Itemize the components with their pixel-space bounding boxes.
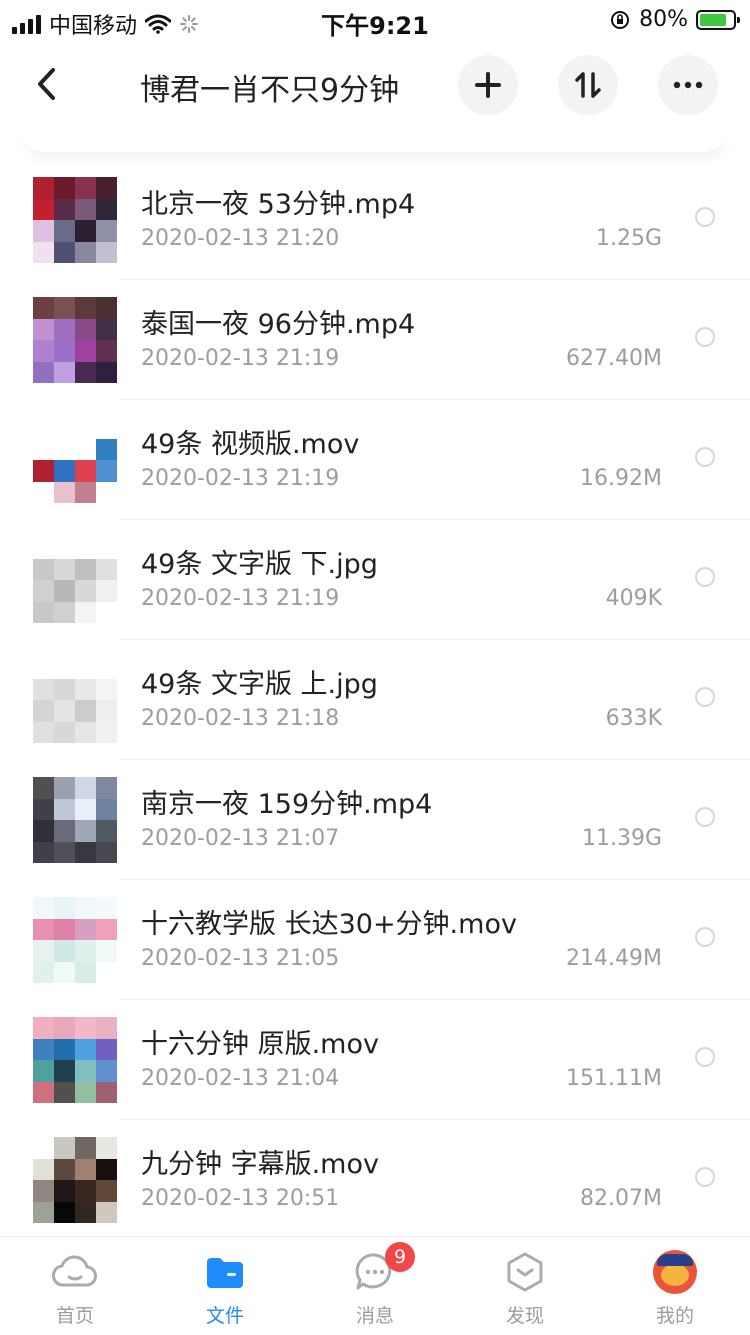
- nav-bar: 博君一肖不只9分钟: [0, 50, 750, 120]
- back-button[interactable]: [26, 64, 66, 104]
- tab-messages-label: 消息: [355, 1305, 394, 1327]
- cloud-icon: [52, 1255, 97, 1287]
- sort-icon: [575, 72, 601, 98]
- tab-messages[interactable]: 9 消息: [300, 1237, 450, 1335]
- select-checkbox[interactable]: [695, 807, 715, 827]
- more-button[interactable]: [658, 55, 718, 115]
- file-size: 627.40M: [566, 346, 662, 371]
- tab-bar: 首页 文件 9 消息 发现 我的: [0, 1236, 750, 1335]
- file-name: 十六分钟 原版.mov: [141, 1029, 379, 1060]
- battery-percent: 80%: [639, 7, 688, 32]
- file-thumbnail: [33, 1137, 117, 1223]
- file-thumbnail: [33, 177, 117, 263]
- select-checkbox[interactable]: [695, 687, 715, 707]
- file-list: 北京一夜 53分钟.mp4 2020-02-13 21:20 1.25G 泰国一夜 9…: [0, 160, 750, 1240]
- file-size: 82.07M: [580, 1186, 662, 1211]
- add-button[interactable]: [458, 55, 518, 115]
- file-name: 49条 文字版 下.jpg: [141, 549, 378, 580]
- file-name: 泰国一夜 96分钟.mp4: [141, 309, 416, 340]
- file-name: 十六教学版 长达30+分钟.mov: [141, 909, 517, 940]
- file-name: 九分钟 字幕版.mov: [141, 1149, 379, 1180]
- file-row[interactable]: 49条 文字版 上.jpg 2020-02-13 21:18 633K: [0, 640, 750, 760]
- select-checkbox[interactable]: [695, 447, 715, 467]
- discover-icon: [507, 1252, 543, 1292]
- select-checkbox[interactable]: [695, 1167, 715, 1187]
- file-row[interactable]: 49条 视频版.mov 2020-02-13 21:19 16.92M: [0, 400, 750, 520]
- file-date: 2020-02-13 21:20: [141, 226, 340, 251]
- orientation-lock-icon: [611, 10, 630, 29]
- file-date: 2020-02-13 21:07: [141, 826, 340, 851]
- file-date: 2020-02-13 21:05: [141, 946, 340, 971]
- file-thumbnail: [33, 537, 117, 623]
- tab-me[interactable]: 我的: [600, 1237, 750, 1335]
- file-name: 北京一夜 53分钟.mp4: [141, 189, 416, 220]
- tab-files-label: 文件: [205, 1305, 244, 1327]
- file-date: 2020-02-13 21:04: [141, 1066, 340, 1091]
- file-thumbnail: [33, 297, 117, 383]
- select-checkbox[interactable]: [695, 567, 715, 587]
- file-size: 1.25G: [595, 226, 662, 251]
- file-date: 2020-02-13 21:19: [141, 466, 340, 491]
- select-checkbox[interactable]: [695, 1047, 715, 1067]
- file-size: 633K: [605, 706, 662, 731]
- tab-home[interactable]: 首页: [0, 1237, 150, 1335]
- tab-discover-label: 发现: [505, 1305, 544, 1327]
- tab-files[interactable]: 文件: [150, 1237, 300, 1335]
- file-thumbnail: [33, 777, 117, 863]
- tab-discover[interactable]: 发现: [450, 1237, 600, 1335]
- file-row[interactable]: 南京一夜 159分钟.mp4 2020-02-13 21:07 11.39G: [0, 760, 750, 880]
- file-row[interactable]: 十六分钟 原版.mov 2020-02-13 21:04 151.11M: [0, 1000, 750, 1120]
- tab-me-label: 我的: [655, 1305, 694, 1327]
- file-date: 2020-02-13 21:18: [141, 706, 340, 731]
- sort-button[interactable]: [558, 55, 618, 115]
- file-name: 49条 文字版 上.jpg: [141, 669, 378, 700]
- more-icon: [673, 81, 703, 89]
- page-title: 博君一肖不只9分钟: [140, 73, 400, 108]
- select-checkbox[interactable]: [695, 927, 715, 947]
- file-date: 2020-02-13 21:19: [141, 346, 340, 371]
- message-badge: 9: [385, 1242, 415, 1272]
- file-size: 16.92M: [580, 466, 662, 491]
- file-row[interactable]: 49条 文字版 下.jpg 2020-02-13 21:19 409K: [0, 520, 750, 640]
- file-size: 151.11M: [566, 1066, 662, 1091]
- file-size: 11.39G: [581, 826, 662, 851]
- file-thumbnail: [33, 657, 117, 743]
- chevron-left-icon: [38, 68, 55, 100]
- avatar-icon: [653, 1250, 697, 1294]
- battery-fill: [700, 13, 726, 26]
- plus-icon: [475, 72, 501, 98]
- select-checkbox[interactable]: [695, 207, 715, 227]
- file-row[interactable]: 九分钟 字幕版.mov 2020-02-13 20:51 82.07M: [0, 1120, 750, 1240]
- file-row[interactable]: 泰国一夜 96分钟.mp4 2020-02-13 21:19 627.40M: [0, 280, 750, 400]
- file-thumbnail: [33, 1017, 117, 1103]
- file-row[interactable]: 北京一夜 53分钟.mp4 2020-02-13 21:20 1.25G: [0, 160, 750, 280]
- status-right: 80%: [609, 7, 740, 32]
- file-name: 南京一夜 159分钟.mp4: [141, 789, 433, 820]
- file-row[interactable]: 十六教学版 长达30+分钟.mov 2020-02-13 21:05 214.49M: [0, 880, 750, 1000]
- tab-home-label: 首页: [55, 1305, 94, 1327]
- file-thumbnail: [33, 897, 117, 983]
- header-shadow: [20, 126, 730, 152]
- file-date: 2020-02-13 20:51: [141, 1186, 340, 1211]
- file-size: 409K: [605, 586, 662, 611]
- select-checkbox[interactable]: [695, 327, 715, 347]
- file-thumbnail: [33, 417, 117, 503]
- file-date: 2020-02-13 21:19: [141, 586, 340, 611]
- folder-icon: [207, 1258, 243, 1288]
- file-name: 49条 视频版.mov: [141, 429, 360, 460]
- status-bar: 中国移动 下午9:21 80%: [0, 0, 750, 42]
- file-size: 214.49M: [566, 946, 662, 971]
- battery-icon: [696, 9, 740, 30]
